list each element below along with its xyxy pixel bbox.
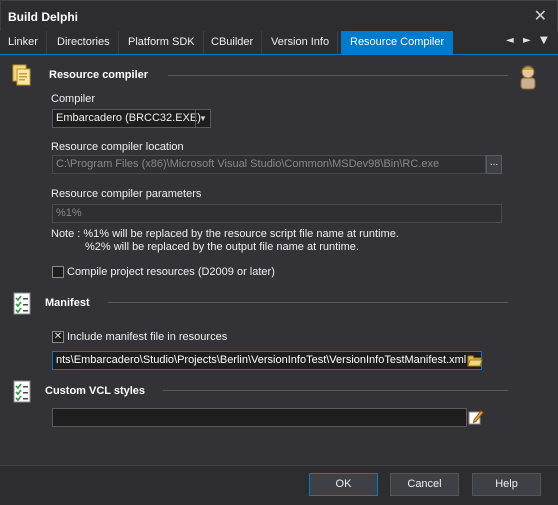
- checklist-icon: [13, 292, 31, 315]
- help-person-icon[interactable]: [517, 64, 539, 90]
- section-divider: [168, 75, 508, 76]
- resource-compiler-section-title: Resource compiler: [49, 69, 149, 81]
- manifest-file-field[interactable]: nts\Embarcadero\Studio\Projects\Berlin\V…: [52, 351, 482, 370]
- ok-button[interactable]: OK: [309, 473, 378, 496]
- title-bar: Build Delphi ✕: [0, 0, 558, 31]
- tab-linker[interactable]: Linker: [0, 31, 47, 54]
- compiler-label: Compiler: [51, 93, 96, 105]
- location-field[interactable]: C:\Program Files (x86)\Microsoft Visual …: [52, 155, 486, 174]
- tab-resource-compiler[interactable]: Resource Compiler: [341, 31, 454, 54]
- tab-strip: Linker Directories Platform SDK CBuilder…: [0, 31, 558, 55]
- compiler-select[interactable]: Embarcadero (BRCC32.EXE) ▼: [52, 109, 211, 128]
- vcl-styles-field[interactable]: [52, 408, 467, 427]
- params-label: Resource compiler parameters: [51, 188, 202, 200]
- include-manifest-checkbox[interactable]: ✕: [52, 331, 64, 343]
- section-divider: [163, 390, 508, 391]
- cancel-button[interactable]: Cancel: [390, 473, 459, 496]
- checklist-icon: [13, 380, 31, 403]
- compiler-select-value: Embarcadero (BRCC32.EXE): [56, 112, 201, 124]
- compile-resources-label: Compile project resources (D2009 or late…: [67, 266, 275, 278]
- section-divider: [108, 302, 508, 303]
- location-browse-button[interactable]: ...: [486, 155, 502, 174]
- tab-menu-icon[interactable]: ▼: [540, 35, 548, 46]
- chevron-down-icon: ▼: [195, 110, 210, 127]
- note-line-1: Note : %1% will be replaced by the resou…: [51, 228, 399, 240]
- tab-scroll-right-icon[interactable]: ►: [523, 35, 531, 46]
- params-field[interactable]: %1%: [52, 204, 502, 223]
- manifest-section-title: Manifest: [45, 297, 90, 309]
- main-panel: Resource compiler Compiler Embarcadero (…: [0, 55, 558, 465]
- vcl-styles-section-title: Custom VCL styles: [45, 385, 146, 397]
- tab-scroll-left-icon[interactable]: ◄: [506, 35, 514, 46]
- window-title: Build Delphi: [8, 10, 78, 24]
- tab-cbuilder[interactable]: CBuilder: [203, 31, 263, 54]
- include-manifest-label: Include manifest file in resources: [67, 331, 228, 343]
- edit-pencil-icon[interactable]: [468, 409, 484, 425]
- close-icon[interactable]: ✕: [534, 6, 547, 25]
- compile-resources-checkbox[interactable]: [52, 266, 64, 278]
- resource-files-icon: [12, 64, 31, 86]
- dialog-footer: OK Cancel Help: [0, 465, 558, 505]
- location-label: Resource compiler location: [51, 141, 184, 153]
- help-button[interactable]: Help: [472, 473, 541, 496]
- folder-open-icon[interactable]: [467, 353, 483, 368]
- tab-version-info[interactable]: Version Info: [263, 31, 339, 54]
- tab-platform-sdk[interactable]: Platform SDK: [120, 31, 204, 54]
- note-line-2: %2% will be replaced by the output file …: [85, 241, 359, 253]
- tab-directories[interactable]: Directories: [49, 31, 119, 54]
